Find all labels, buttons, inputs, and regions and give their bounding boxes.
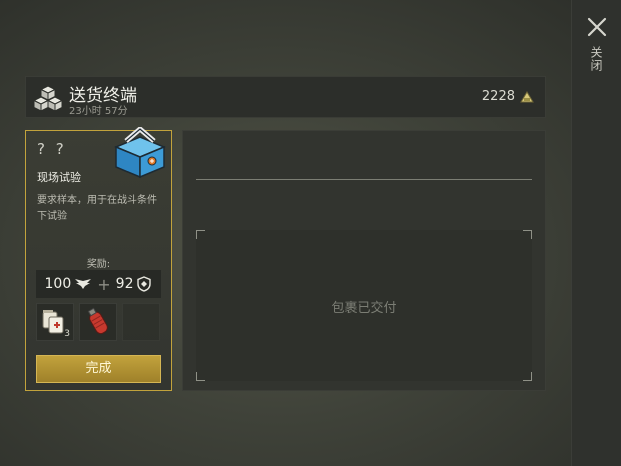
item-count: 3: [64, 329, 70, 339]
delivery-status: 包裹已交付: [331, 301, 397, 316]
delivery-panel: 包裹已交付: [182, 130, 546, 391]
side-panel: 关闭: [571, 0, 621, 466]
close-icon: [587, 17, 607, 37]
divider: [196, 179, 532, 180]
unknown-requester: ? ?: [37, 140, 67, 158]
currency-icon: [520, 90, 534, 102]
reward-item-slot-canister[interactable]: [79, 303, 117, 341]
complete-button[interactable]: 完成: [36, 355, 161, 383]
reward-item-slot-empty: [122, 303, 160, 341]
shield-icon: [137, 276, 152, 292]
reward-secondary-value: 92: [115, 276, 134, 292]
currency-amount: 2228: [481, 89, 515, 104]
reward-values: 100 + 92: [36, 270, 161, 298]
quest-description: 要求样本，用于在战斗条件下试验: [37, 195, 157, 222]
reward-label: 奖励:: [86, 259, 111, 270]
quest-title: 现场试验: [37, 171, 81, 184]
close-button[interactable]: [586, 16, 608, 38]
currency-balance: 2228: [482, 89, 535, 104]
gas-canister-icon: [87, 307, 108, 335]
wings-icon: [75, 279, 92, 289]
plus-sign: +: [97, 274, 111, 294]
countdown-timer: 23小时 57分: [69, 106, 128, 117]
close-label[interactable]: 关闭: [589, 46, 605, 72]
reward-item-slot-medkit[interactable]: 3: [36, 303, 74, 341]
delivery-drop-zone: 包裹已交付: [196, 230, 532, 381]
terminal-header: 送货终端 23小时 57分 2228: [25, 76, 546, 118]
cubes-icon: [33, 85, 63, 112]
reward-primary-value: 100: [44, 276, 72, 292]
cooler-box-icon: [114, 127, 166, 179]
quest-card[interactable]: ? ? 现场试验 要求样本，用于在战斗条件下试验 奖励: 100 + 92 3: [25, 127, 172, 391]
